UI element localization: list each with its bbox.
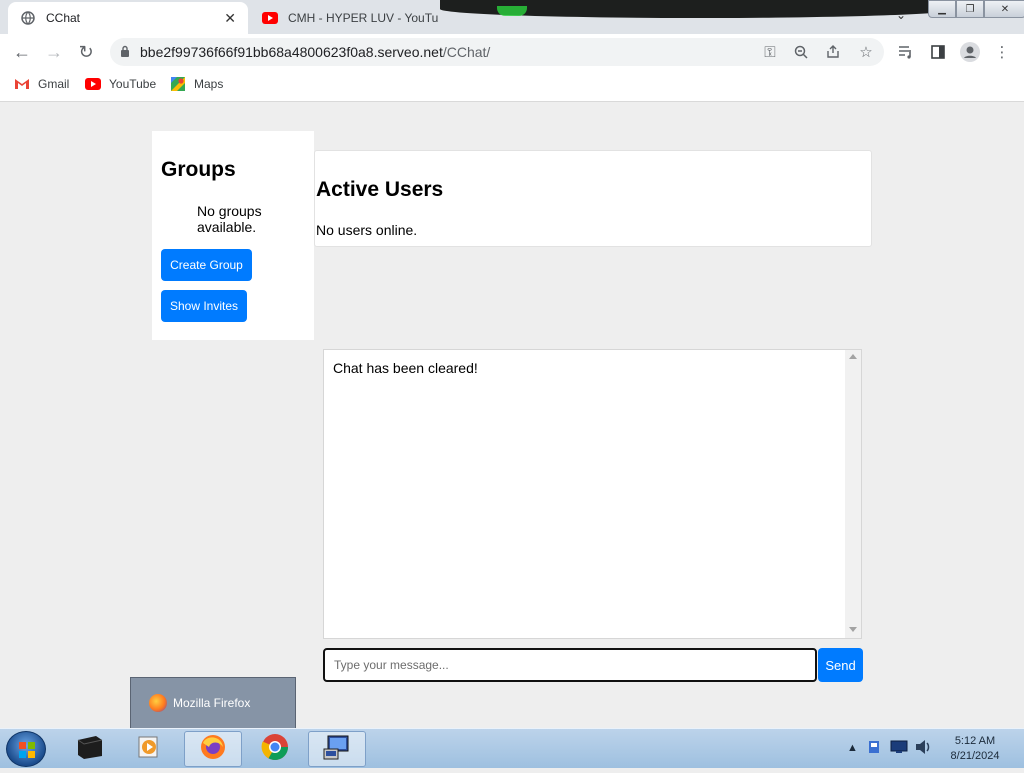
clock-date: 8/21/2024 (950, 750, 1000, 762)
maps-icon (170, 77, 186, 91)
gmail-icon (14, 77, 30, 91)
message-input[interactable] (323, 648, 817, 682)
chat-scrollbar[interactable] (845, 350, 861, 638)
chat-messages[interactable]: Chat has been cleared! (323, 349, 862, 639)
tab-title: CChat (46, 11, 81, 25)
chrome-icon (260, 732, 290, 767)
back-arrow-icon[interactable]: ← (10, 40, 34, 64)
groups-heading: Groups (161, 158, 236, 181)
windows-taskbar: ▲ 5:12 AM 8/21/2024 (0, 728, 1024, 768)
profile-avatar-icon[interactable] (960, 42, 980, 62)
youtube-icon (85, 77, 101, 91)
bookmark-youtube[interactable]: YouTube (85, 77, 156, 91)
zoom-icon[interactable] (791, 42, 811, 62)
taskbar-app-remote-desktop[interactable] (308, 731, 366, 767)
active-users-heading: Active Users (316, 178, 444, 201)
kebab-menu-icon[interactable]: ⋮ (992, 42, 1012, 62)
start-button[interactable] (6, 731, 46, 767)
url-path: /CChat/ (442, 44, 491, 60)
taskbar-app-firefox[interactable] (184, 731, 242, 767)
lock-icon (120, 44, 130, 60)
active-users-panel: Active Users No users online. (314, 150, 872, 247)
reload-icon[interactable]: ↻ (74, 40, 98, 64)
bookmark-label: Maps (194, 77, 224, 91)
youtube-icon (262, 10, 278, 26)
network-icon[interactable] (890, 740, 908, 757)
close-icon[interactable]: ✕ (224, 10, 236, 27)
bookmark-star-icon[interactable]: ☆ (856, 42, 876, 62)
window-controls: ▁ ❐ ✕ (928, 0, 1024, 18)
side-panel-icon[interactable] (928, 42, 948, 62)
bookmark-gmail[interactable]: Gmail (14, 77, 69, 91)
taskbar-app-media-player[interactable] (120, 731, 178, 767)
tab-strip: CChat ✕ CMH - HYPER LUV - YouTu ⌄ ▁ ❐ ✕ (0, 0, 1024, 34)
users-empty-message: No users online. (316, 222, 418, 238)
minimize-button[interactable]: ▁ (928, 0, 956, 18)
firefox-taskbar-preview[interactable]: Mozilla Firefox (130, 677, 296, 729)
close-window-button[interactable]: ✕ (984, 0, 1024, 18)
bookmark-label: Gmail (38, 77, 70, 91)
media-player-icon (136, 734, 162, 765)
taskbar-app-chrome[interactable] (246, 731, 304, 767)
media-control-icon[interactable] (896, 42, 916, 62)
tab-cchat[interactable]: CChat ✕ (8, 2, 248, 34)
scroll-down-arrow-icon[interactable] (849, 627, 857, 632)
bookmark-label: YouTube (109, 77, 157, 91)
volume-icon[interactable] (914, 739, 932, 758)
scroll-up-arrow-icon[interactable] (849, 354, 857, 359)
remote-desktop-icon (322, 733, 352, 766)
taskbar-app-terminal[interactable] (60, 731, 118, 767)
preview-label: Mozilla Firefox (173, 696, 251, 710)
firefox-icon (149, 694, 167, 712)
create-group-button[interactable]: Create Group (161, 249, 252, 281)
send-button[interactable]: Send (818, 648, 863, 682)
groups-empty-message: No groups available. (197, 203, 262, 235)
show-invites-button[interactable]: Show Invites (161, 290, 247, 322)
groups-panel: Groups No groups available. Create Group… (152, 131, 314, 340)
firefox-icon (199, 733, 227, 766)
key-icon[interactable]: ⚿ (760, 42, 780, 62)
camera-indicator (497, 6, 527, 16)
bookmark-maps[interactable]: Maps (170, 77, 223, 91)
globe-icon (20, 10, 36, 26)
share-icon[interactable] (823, 42, 843, 62)
url-host: bbe2f99736f66f91bb68a4800623f0a8.serveo.… (140, 44, 443, 60)
chat-message: Chat has been cleared! (333, 360, 478, 376)
tray-app-icon[interactable] (866, 739, 882, 758)
bookmarks-bar: Gmail YouTube Maps (0, 70, 1024, 102)
tray-expand-icon[interactable]: ▲ (847, 742, 858, 754)
tab-title: CMH - HYPER LUV - YouTu (288, 11, 439, 25)
tab-youtube[interactable]: CMH - HYPER LUV - YouTu (250, 2, 490, 34)
terminal-app-icon (74, 734, 104, 765)
system-clock[interactable]: 5:12 AM 8/21/2024 (940, 734, 1010, 764)
clock-time: 5:12 AM (954, 735, 996, 747)
forward-arrow-icon[interactable]: → (42, 40, 66, 64)
chevron-down-icon[interactable]: ⌄ (896, 8, 906, 22)
restore-button[interactable]: ❐ (956, 0, 984, 18)
